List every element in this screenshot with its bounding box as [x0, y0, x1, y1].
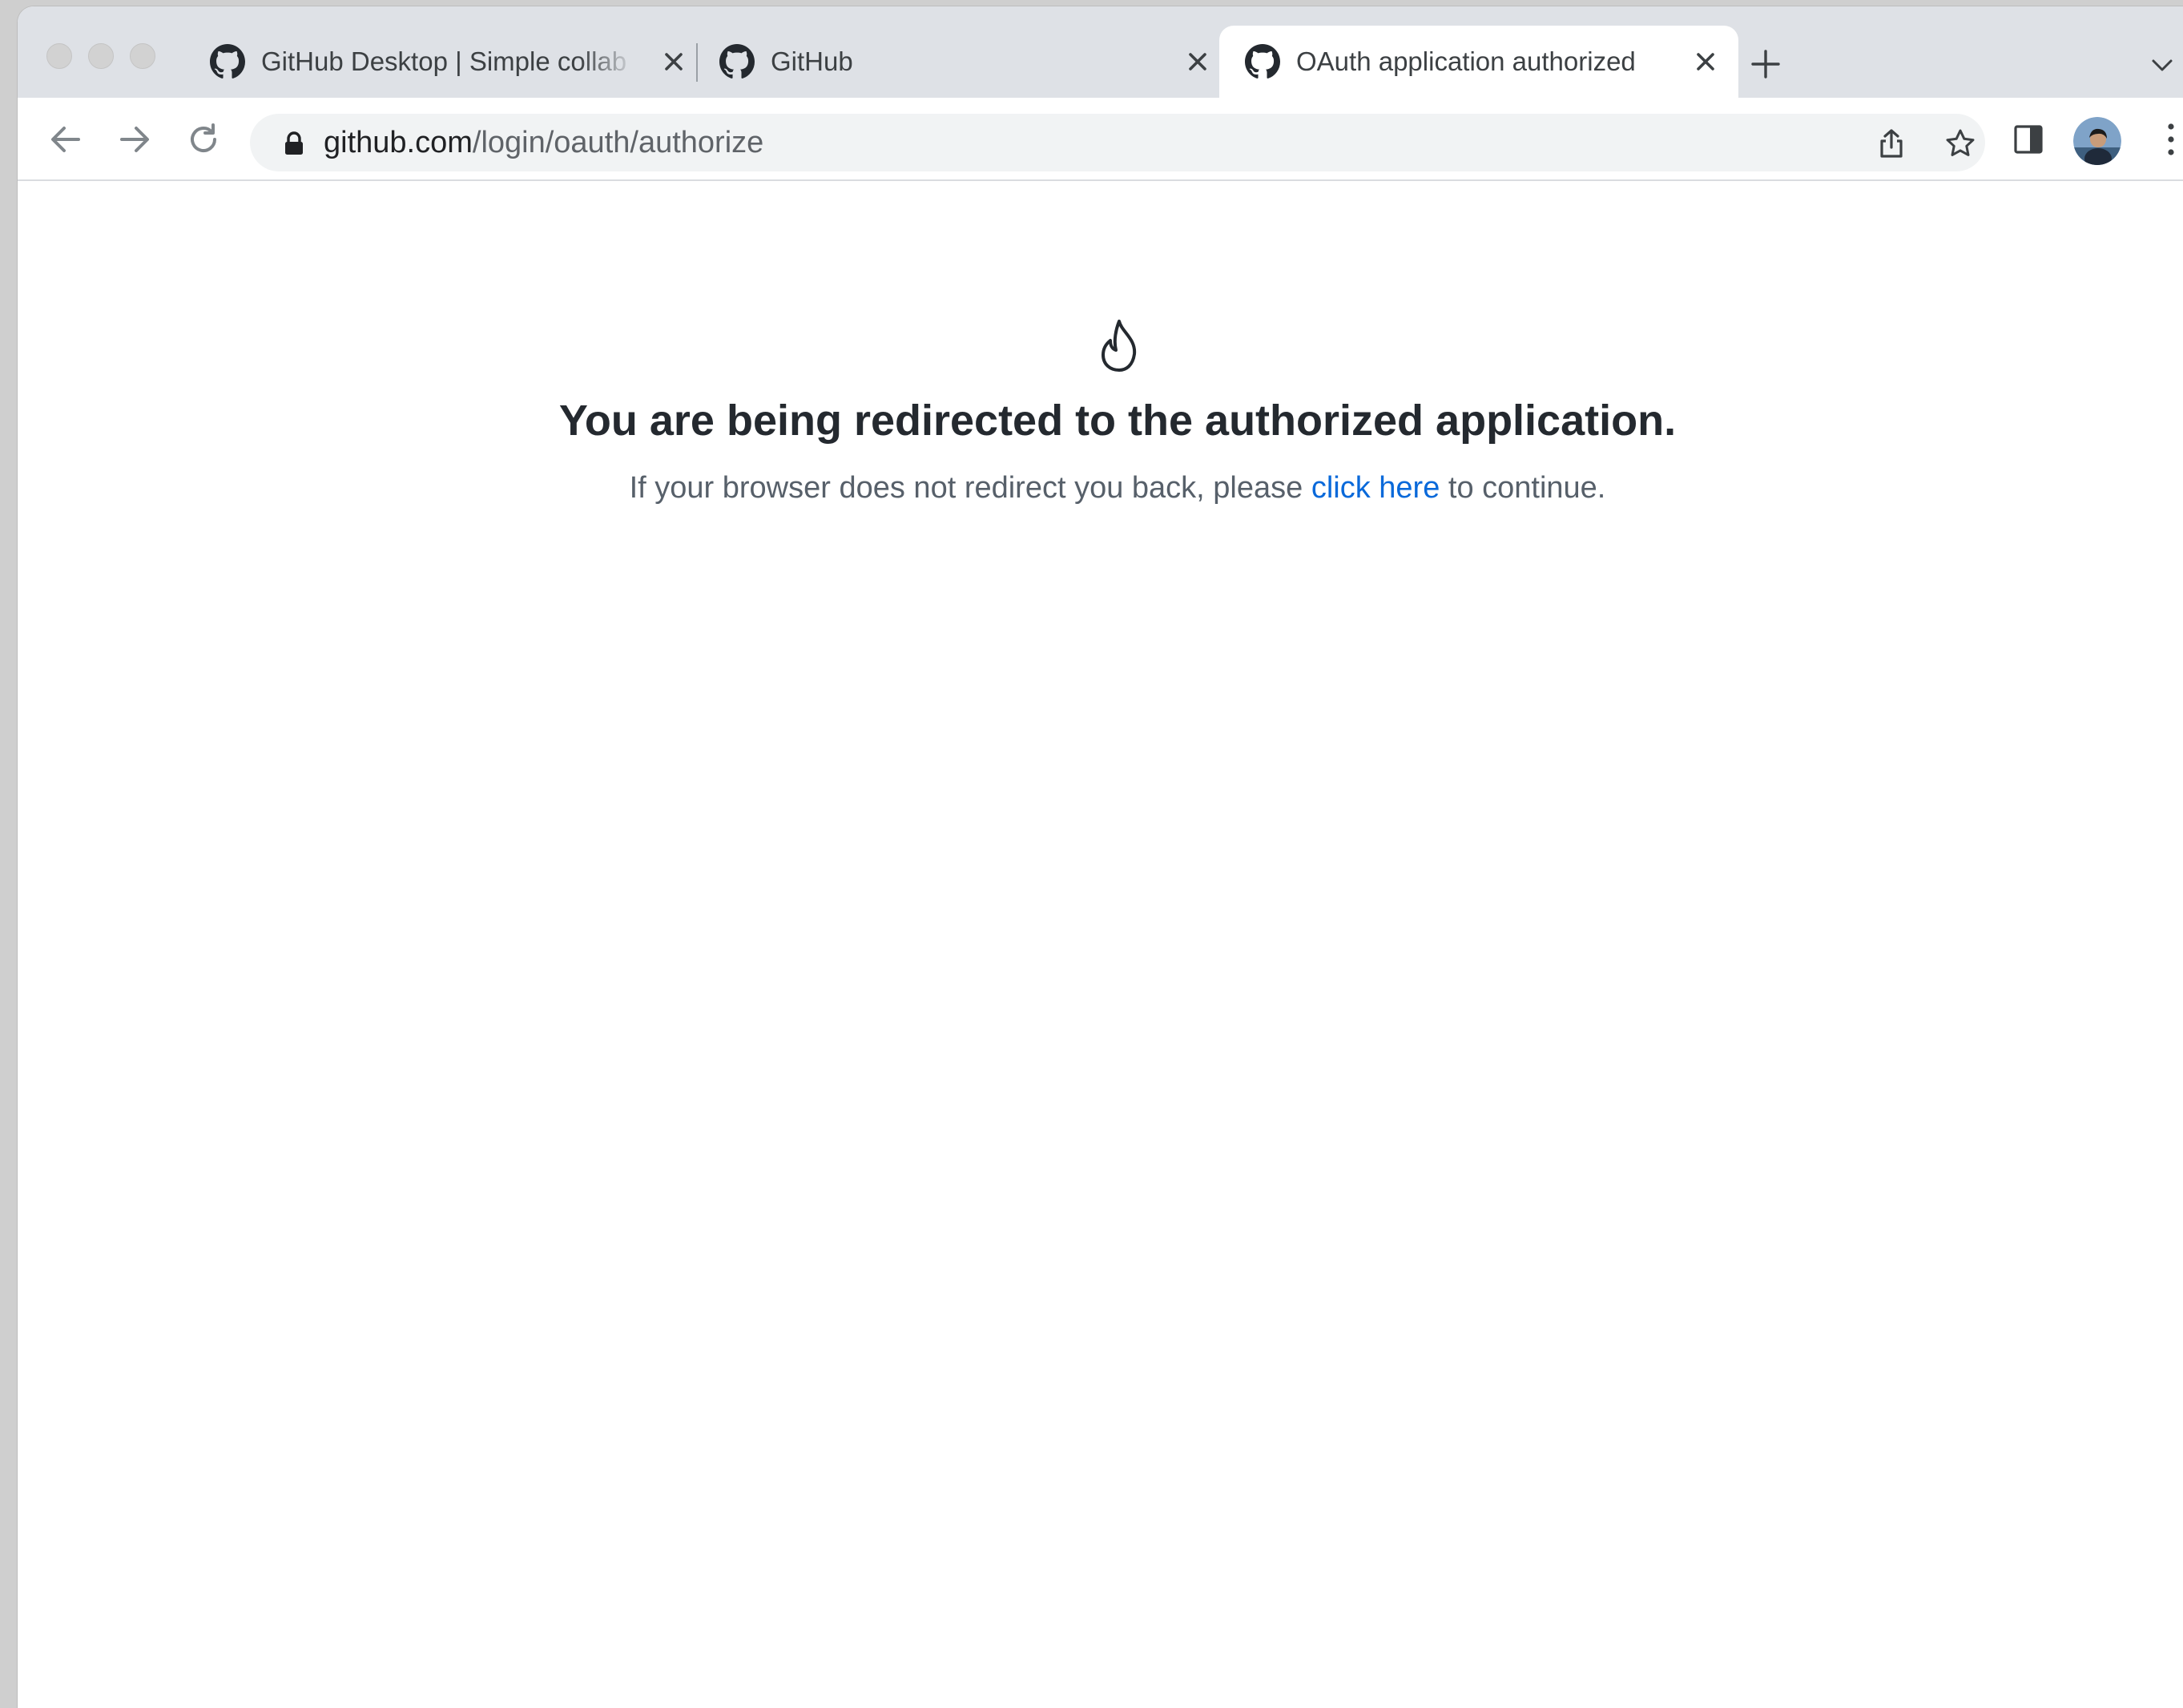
chevron-down-icon[interactable]	[2150, 56, 2174, 74]
browser-toolbar: github.com/login/oauth/authorize	[18, 98, 2183, 181]
tab-strip: GitHub Desktop | Simple collab GitHub OA…	[18, 6, 2183, 98]
address-bar[interactable]: github.com/login/oauth/authorize	[250, 114, 1985, 171]
flame-icon	[1102, 320, 1137, 372]
github-icon	[1245, 44, 1280, 79]
tab-github-desktop[interactable]: GitHub Desktop | Simple collab	[210, 26, 707, 98]
github-icon	[210, 44, 245, 79]
side-panel-icon[interactable]	[2012, 123, 2044, 155]
zoom-window-button[interactable]	[130, 43, 155, 69]
url-domain: github.com	[324, 126, 473, 159]
minimize-window-button[interactable]	[88, 43, 114, 69]
tab-oauth-authorized[interactable]: OAuth application authorized	[1219, 26, 1738, 98]
redirect-message: If your browser does not redirect you ba…	[18, 471, 2183, 506]
reload-icon[interactable]	[184, 120, 223, 159]
redirect-heading: You are being redirected to the authoriz…	[558, 397, 1677, 445]
click-here-link[interactable]: click here	[1311, 471, 1440, 505]
window-controls	[46, 43, 155, 69]
forward-arrow-icon[interactable]	[115, 120, 154, 159]
tab-title: OAuth application authorized	[1296, 46, 1636, 76]
tab-github[interactable]: GitHub	[719, 26, 1230, 98]
tab-separator	[696, 43, 698, 82]
new-tab-icon[interactable]	[1750, 48, 1782, 80]
page-content: You are being redirected to the authoriz…	[18, 181, 2183, 1708]
back-arrow-icon[interactable]	[46, 120, 85, 159]
tab-title: GitHub	[771, 46, 853, 76]
browser-window: GitHub Desktop | Simple collab GitHub OA…	[18, 6, 2183, 1708]
share-icon[interactable]	[1876, 128, 1907, 159]
url-text[interactable]: github.com/login/oauth/authorize	[324, 114, 763, 171]
tab-title: GitHub Desktop | Simple collab	[261, 46, 627, 76]
close-window-button[interactable]	[46, 43, 72, 69]
close-icon[interactable]	[1186, 50, 1210, 74]
more-options-icon[interactable]	[2165, 122, 2177, 157]
github-icon	[719, 44, 755, 79]
message-prefix: If your browser does not redirect you ba…	[629, 471, 1311, 505]
close-icon[interactable]	[1694, 50, 1718, 74]
url-path: /login/oauth/authorize	[472, 126, 764, 159]
message-suffix: to continue.	[1440, 471, 1606, 505]
bookmark-star-icon[interactable]	[1945, 128, 1976, 159]
close-icon[interactable]	[662, 50, 686, 74]
lock-icon[interactable]	[284, 131, 304, 155]
profile-avatar[interactable]	[2073, 117, 2121, 165]
